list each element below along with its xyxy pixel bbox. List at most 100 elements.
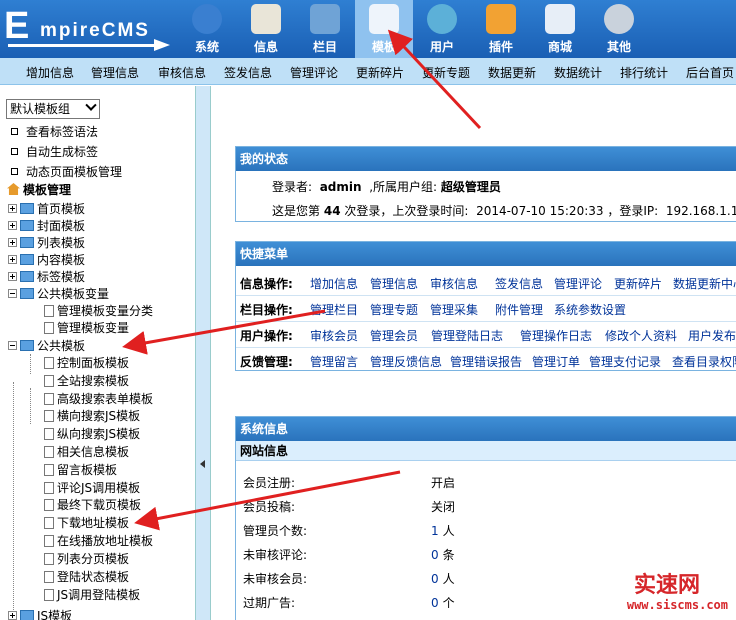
- quick-menu-link[interactable]: 管理专题: [370, 301, 418, 318]
- tree-item[interactable]: 留言板模板: [44, 463, 117, 477]
- tree-item[interactable]: 公共模板: [8, 339, 85, 353]
- tree-item[interactable]: 最终下载页模板: [44, 498, 141, 512]
- quick-menu-link[interactable]: 管理登陆日志: [431, 327, 503, 344]
- system-info-row: 管理员个数: 1 人: [243, 522, 455, 539]
- nav-label: 插件: [488, 40, 513, 54]
- quick-menu-link[interactable]: 查看目录权限: [672, 353, 736, 370]
- sidebar-link-auto-tag[interactable]: 自动生成标签: [11, 143, 98, 160]
- subnav-item[interactable]: 后台首页: [686, 64, 734, 81]
- quick-menu-link[interactable]: 管理采集: [430, 301, 478, 318]
- quick-menu-link[interactable]: 系统参数设置: [554, 301, 626, 318]
- collapse-left-icon[interactable]: [200, 460, 205, 468]
- empirecms-logo: E mpireCMS: [4, 6, 172, 52]
- tree-item[interactable]: 列表分页模板: [44, 552, 129, 566]
- quick-menu-link[interactable]: 管理订单: [532, 353, 580, 370]
- expand-plus-icon[interactable]: [8, 238, 17, 247]
- quick-menu-link[interactable]: 审核信息: [430, 275, 478, 292]
- subnav-item[interactable]: 审核信息: [158, 64, 206, 81]
- template-group-select-value: 默认模板组: [10, 102, 71, 116]
- system-info-key: 过期广告:: [243, 596, 296, 610]
- tree-item[interactable]: 高级搜索表单模板: [44, 392, 153, 406]
- subnav-item[interactable]: 签发信息: [224, 64, 272, 81]
- row-divider: [236, 321, 736, 322]
- expand-plus-icon[interactable]: [8, 221, 17, 230]
- quick-menu-link[interactable]: 附件管理: [495, 301, 543, 318]
- tree-item[interactable]: 相关信息模板: [44, 445, 129, 459]
- subnav-item[interactable]: 排行统计: [620, 64, 668, 81]
- tree-item[interactable]: 封面模板: [8, 219, 85, 233]
- tree-item[interactable]: 管理模板变量: [44, 321, 129, 335]
- quick-menu-link[interactable]: 用户发布统: [688, 327, 736, 344]
- sidebar-link-dynamic-template[interactable]: 动态页面模板管理: [11, 163, 122, 180]
- tree-item[interactable]: 列表模板: [8, 236, 85, 250]
- quick-menu-link[interactable]: 增加信息: [310, 275, 358, 292]
- template-window-icon: [369, 4, 399, 34]
- nav-template-window[interactable]: 模板: [355, 0, 413, 58]
- file-icon: [44, 375, 54, 387]
- quick-menu-link[interactable]: 审核会员: [310, 327, 358, 344]
- quick-menu-link[interactable]: 管理反馈信息: [370, 353, 442, 370]
- subnav-item[interactable]: 数据统计: [554, 64, 602, 81]
- quick-menu-link[interactable]: 管理错误报告: [450, 353, 522, 370]
- sidebar-link-tag-syntax[interactable]: 查看标签语法: [11, 123, 98, 140]
- user-icon: [427, 4, 457, 34]
- tree-item[interactable]: 下载地址模板: [44, 516, 129, 530]
- subnav-item[interactable]: 管理信息: [91, 64, 139, 81]
- tree-item[interactable]: 控制面板模板: [44, 356, 129, 370]
- nav-gear[interactable]: 其他: [590, 0, 648, 58]
- expand-plus-icon[interactable]: [8, 272, 17, 281]
- nav-document-edit[interactable]: 信息: [237, 0, 295, 58]
- subnav-item[interactable]: 数据更新: [488, 64, 536, 81]
- tree-item[interactable]: 登陆状态模板: [44, 570, 129, 584]
- tree-root-template-management[interactable]: 模板管理: [7, 183, 71, 197]
- quick-menu-link[interactable]: 签发信息: [495, 275, 543, 292]
- quick-menu-row-label: 栏目操作:: [240, 303, 293, 317]
- nav-label: 信息: [253, 40, 278, 54]
- quick-menu-link[interactable]: 管理评论: [554, 275, 602, 292]
- quick-menu-link[interactable]: 修改个人资料: [605, 327, 677, 344]
- folder-icon: [20, 203, 34, 214]
- collapse-minus-icon[interactable]: [8, 289, 17, 298]
- logo-text: mpireCMS: [40, 20, 150, 41]
- tree-item[interactable]: 全站搜索模板: [44, 374, 129, 388]
- quick-menu-link[interactable]: 管理操作日志: [520, 327, 592, 344]
- subnav-item[interactable]: 增加信息: [26, 64, 74, 81]
- quick-menu-link[interactable]: 数据更新中心: [673, 275, 736, 292]
- tree-item[interactable]: 公共模板变量: [8, 287, 109, 301]
- sidebar-splitter[interactable]: [195, 86, 211, 620]
- system-info-key: 会员投稿:: [243, 500, 296, 514]
- expand-plus-icon[interactable]: [8, 204, 17, 213]
- quick-menu-link[interactable]: 更新碎片: [614, 275, 662, 292]
- tools-icon: [486, 4, 516, 34]
- collapse-minus-icon[interactable]: [8, 341, 17, 350]
- tree-item[interactable]: JS模板: [8, 609, 72, 620]
- tree-item[interactable]: 首页模板: [8, 202, 85, 216]
- subnav-item[interactable]: 更新专题: [422, 64, 470, 81]
- expand-plus-icon[interactable]: [8, 611, 17, 620]
- tree-item[interactable]: 标签模板: [8, 270, 85, 284]
- tree-item[interactable]: 评论JS调用模板: [44, 481, 140, 495]
- tree-item[interactable]: 纵向搜索JS模板: [44, 427, 140, 441]
- nav-tools[interactable]: 插件: [472, 0, 530, 58]
- quick-menu-title: 快捷菜单: [236, 242, 736, 266]
- quick-menu-link[interactable]: 管理留言: [310, 353, 358, 370]
- subnav-item[interactable]: 管理评论: [290, 64, 338, 81]
- row-divider: [236, 347, 736, 348]
- nav-folder[interactable]: 栏目: [296, 0, 354, 58]
- nav-shop-card[interactable]: 商城: [531, 0, 589, 58]
- quick-menu-link[interactable]: 管理栏目: [310, 301, 358, 318]
- subnav-item[interactable]: 更新碎片: [356, 64, 404, 81]
- nav-globe[interactable]: 系统: [178, 0, 236, 58]
- tree-item[interactable]: 内容模板: [8, 253, 85, 267]
- tree-item[interactable]: 管理模板变量分类: [44, 304, 153, 318]
- tree-item[interactable]: 在线播放地址模板: [44, 534, 153, 548]
- quick-menu-link[interactable]: 管理信息: [370, 275, 418, 292]
- nav-user[interactable]: 用户: [413, 0, 471, 58]
- tree-item[interactable]: 横向搜索JS模板: [44, 409, 140, 423]
- quick-menu-link[interactable]: 管理会员: [370, 327, 418, 344]
- template-group-select[interactable]: 默认模板组: [6, 99, 100, 119]
- expand-plus-icon[interactable]: [8, 255, 17, 264]
- tree-item[interactable]: JS调用登陆模板: [44, 588, 140, 602]
- quick-menu-link[interactable]: 管理支付记录: [589, 353, 661, 370]
- file-icon: [44, 446, 54, 458]
